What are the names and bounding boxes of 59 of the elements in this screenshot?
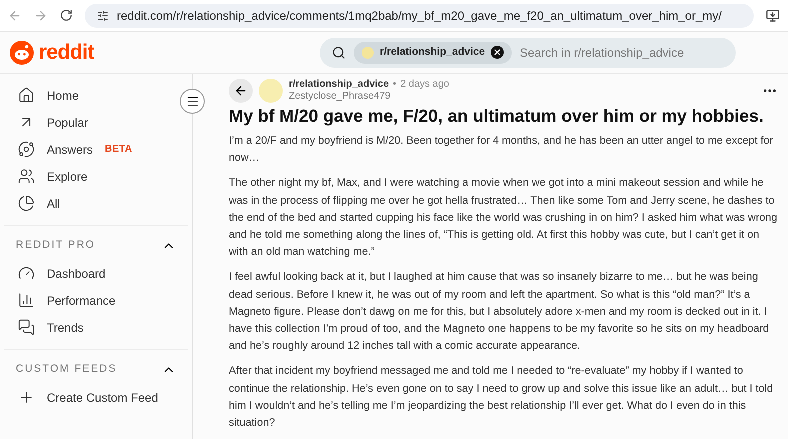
section-header[interactable]: CUSTOM FEEDS [4,358,188,382]
sidebar-item[interactable]: Performance [0,287,192,314]
close-icon [493,48,502,57]
sidebar-item-label: Trends [47,320,84,336]
back-button[interactable] [229,79,253,103]
sidebar-item-label: Performance [47,292,116,310]
post-paragraph: After that incident my boyfriend messaged me and told me I needed to “re-evaluate” my hobby if I wanted to continue the relationship. He’s even gone on to say I need to grow up and solve this issue like an adult… but I told him I wouldn’t and he’s telling me I’m jeopardizing the best relationship I’ll ever get. What do I even do in this situation? [229,364,774,432]
section-title: REDDIT PRO [16,238,96,254]
subreddit-avatar-icon [362,46,374,58]
reload-icon[interactable] [60,9,73,22]
post-paragraph: I’m a 20/F and my boyfriend is M/20. Been together for 4 months, and he has been an utter angel to me except for now… [229,134,774,166]
sidebar-item[interactable]: All [0,190,192,217]
logo-text: reddit [39,40,94,66]
site-settings-icon[interactable] [97,10,109,22]
sidebar-item[interactable]: Home [0,82,192,109]
subreddit-link[interactable]: r/relationship_advice [289,79,390,91]
sidebar-item-label: Explore [47,168,88,186]
sidebar-item-label: Dashboard [47,266,106,282]
menu-button[interactable] [180,89,205,114]
beta-label: BETA [105,143,132,157]
people-icon [18,168,35,185]
post-time: 2 days ago [400,79,450,91]
url-text: reddit.com/r/relationship_advice/comments/1mq2bab/my_bf_m20_gave_me_f20_an_ultimatum_over_him_or_my/ [117,8,722,24]
sidebar-item-label: All [47,196,60,212]
sidebar-item[interactable]: Answers BETA [0,136,192,163]
sidebar-item[interactable]: Trends [0,314,192,341]
alien-logo-icon [10,40,34,64]
sidebar-item[interactable]: Create Custom Feed [0,384,192,411]
post-paragraph: I feel awful looking back at it, but I laughed at him cause that was so insanely bizarre to me… but he was being dead serious. Before I knew it, he was out of my room and left the apartment. So what is this “old man?” It’s a Magneto figure. Please don’t dawg on me for this, but I absolutely adore x-men and my room is decked out in it. I have this collection I’m proud of too, and the Magneto one happens to be my favorite so he sits on my headboard and he’s roughly around 12 inches tall with a comic accurate appearance. [229,270,770,354]
back-arrow-icon [234,84,248,98]
post-paragraph: The other night my bf, Max, and I were watching a movie when we got into a mini makeout session and while he was in the process of flipping me over he got hella frustrated… Then like some Tom and Jerry scene, he dashes to the end of the bed and started cupping his face like the world was crushing in on him? I asked him what was wrong and he told me something along the lines of, “This is getting old. At first this hobby was cute, but I can’t get it on with an old man watching me.” [229,176,778,260]
subreddit-avatar-icon [259,79,283,103]
subreddit-chip[interactable]: r/relationship_advice [354,42,512,64]
search-input[interactable]: Search in r/relationship_advice [520,44,724,62]
sidebar-item[interactable]: Popular [0,109,192,136]
sidebar-item-label: Create Custom Feed [47,390,158,406]
chip-label: r/relationship_advice [380,44,486,60]
address-bar[interactable]: reddit.com/r/relationship_advice/comments/1mq2bab/my_bf_m20_gave_me_f20_an_ultimatum_over_him_or_my/ [85,4,754,28]
post-title: My bf M/20 gave me, F/20, an ultimatum over him or my hobbies. [229,105,765,128]
sidebar-item-label: Home [47,88,80,104]
search-icon [332,46,346,60]
menu-icon [186,94,200,108]
gauge-icon [18,265,35,282]
separator-dot: • [393,79,397,91]
chart-circle-icon [18,195,35,212]
section-header[interactable]: REDDIT PRO [4,234,188,258]
search-field[interactable]: r/relationship_advice Search in r/relationship_advice [320,38,736,68]
bar-chart-icon [18,292,35,309]
install-icon[interactable] [766,8,780,22]
sidebar-item[interactable]: Explore [0,163,192,190]
sidebar-item-label: Popular [47,114,88,132]
clear-chip-button[interactable] [491,46,504,59]
sidebar-item-label: Answers [47,142,94,158]
section-title: CUSTOM FEEDS [16,362,118,378]
chat-bubbles-icon [18,319,35,336]
author-name[interactable]: Zestyclose_Phrase479 [289,91,756,103]
sidebar-item[interactable]: Dashboard [0,260,192,287]
house-icon [18,87,35,104]
plus-icon [18,389,35,406]
